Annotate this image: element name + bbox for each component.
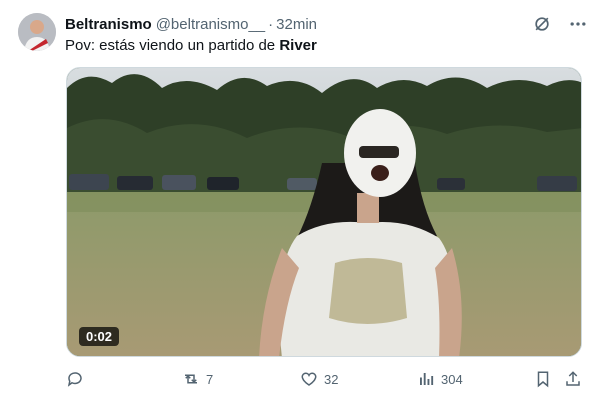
tweet-text-prefix: Pov: estás viendo un partido de <box>65 37 280 54</box>
retweet-icon <box>182 370 200 388</box>
timestamp[interactable]: 32min <box>276 16 317 33</box>
share-button[interactable] <box>564 370 582 388</box>
grok-icon[interactable] <box>532 14 552 34</box>
tweet-text: Pov: estás viendo un partido de River <box>65 37 317 54</box>
views-icon <box>417 370 435 388</box>
separator-dot: · <box>268 15 274 33</box>
action-bar: 7 32 304 <box>60 370 590 394</box>
video-duration-badge: 0:02 <box>79 327 120 346</box>
video-frame <box>67 68 581 356</box>
reply-button[interactable] <box>66 370 90 388</box>
more-icon[interactable] <box>568 14 588 34</box>
share-icon <box>564 370 582 388</box>
reply-icon <box>66 370 84 388</box>
retweet-button[interactable]: 7 <box>182 370 213 388</box>
bookmark-button[interactable] <box>534 370 552 388</box>
views-count: 304 <box>441 371 463 387</box>
bookmark-icon <box>534 370 552 388</box>
like-count: 32 <box>324 371 339 387</box>
author-name[interactable]: Beltranismo <box>65 16 152 33</box>
tweet-text-bold: River <box>279 37 317 54</box>
heart-icon <box>300 370 318 388</box>
views-button[interactable]: 304 <box>417 370 463 388</box>
retweet-count: 7 <box>206 371 214 387</box>
avatar[interactable] <box>18 13 56 51</box>
tweet-card[interactable]: Beltranismo @beltranismo__ · 32min Pov: … <box>0 0 608 403</box>
author-handle[interactable]: @beltranismo__ <box>156 16 265 33</box>
like-button[interactable]: 32 <box>300 370 338 388</box>
video-player[interactable]: 0:02 <box>66 67 582 357</box>
